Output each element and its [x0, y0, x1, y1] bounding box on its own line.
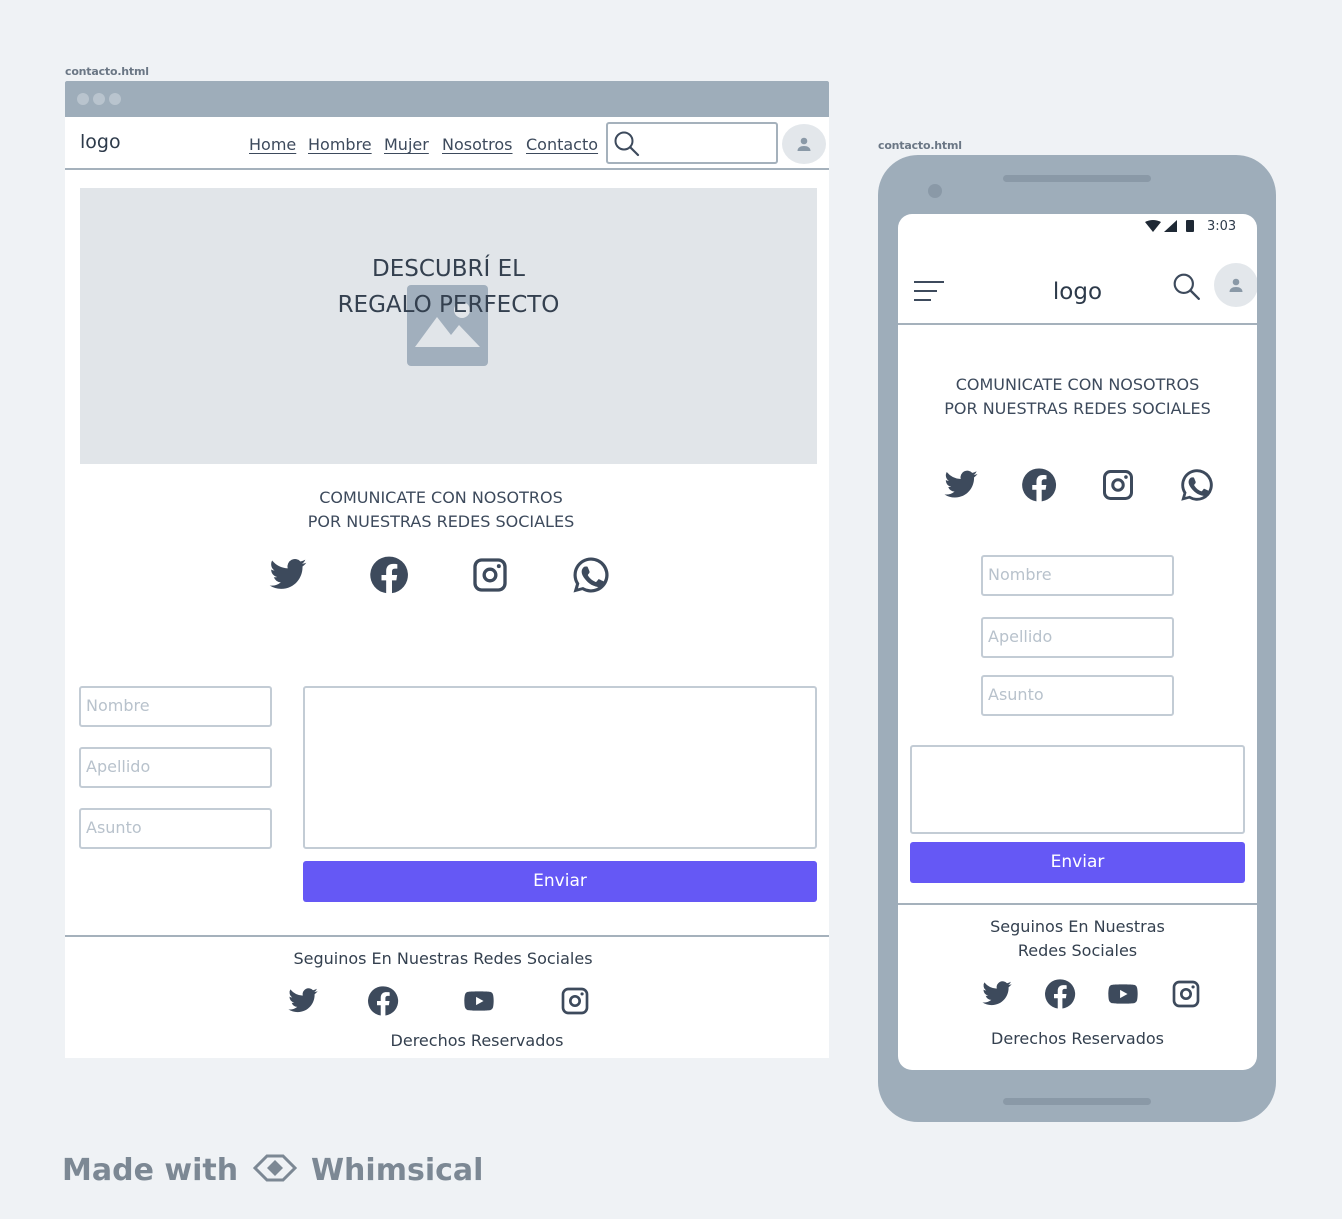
desktop-file-label: contacto.html [65, 65, 149, 78]
enviar-button[interactable]: Enviar [303, 861, 817, 902]
nav-link-mujer[interactable]: Mujer [384, 135, 429, 154]
mobile-file-label: contacto.html [878, 139, 962, 152]
phone-speaker [1003, 175, 1151, 182]
footer-heading-line-1: Seguinos En Nuestras [990, 917, 1165, 936]
youtube-icon[interactable] [461, 985, 497, 1017]
window-dot-close[interactable] [77, 93, 89, 105]
twitter-icon[interactable] [943, 467, 979, 503]
nav-link-nosotros[interactable]: Nosotros [442, 135, 513, 154]
window-dot-minimize[interactable] [93, 93, 105, 105]
social-heading-line-2: POR NUESTRAS REDES SOCIALES [944, 399, 1211, 418]
browser-titlebar [65, 81, 829, 117]
nombre-field[interactable]: Nombre [79, 686, 272, 727]
whimsical-brand-text: Whimsical [310, 1153, 484, 1188]
user-icon [797, 137, 811, 151]
search-icon[interactable] [613, 130, 641, 158]
instagram-icon[interactable] [1100, 467, 1136, 503]
user-avatar[interactable] [782, 124, 826, 164]
whimsical-logo-icon [252, 1154, 297, 1182]
facebook-icon[interactable] [369, 555, 409, 595]
footer-heading-line-2: Redes Sociales [1017, 941, 1138, 960]
desktop-navbar: logo Home Hombre Mujer Nosotros Contacto [65, 117, 829, 170]
footer-rights: Derechos Reservados [390, 1031, 564, 1050]
instagram-icon[interactable] [470, 555, 510, 595]
window-dot-maximize[interactable] [109, 93, 121, 105]
whatsapp-icon[interactable] [1179, 467, 1215, 503]
phone-home-bar [1003, 1098, 1151, 1105]
user-avatar[interactable] [1214, 263, 1257, 307]
hero-title-line-2: REGALO PERFECTO [337, 292, 560, 318]
made-with-text: Made with [62, 1153, 239, 1188]
status-icons [1145, 220, 1194, 232]
status-time: 3:03 [1207, 219, 1237, 234]
twitter-icon[interactable] [287, 985, 319, 1017]
hero-title-line-1: DESCUBRÍ EL [372, 256, 525, 282]
footer-heading: Seguinos En Nuestras Redes Sociales [898, 915, 1257, 963]
enviar-button[interactable]: Enviar [910, 842, 1245, 883]
social-heading-line-1: COMUNICATE CON NOSOTROS [955, 375, 1200, 394]
apellido-field[interactable]: Apellido [981, 617, 1174, 658]
phone-screen: 3:03 logo COMUNICATE CON NOSOTROS POR NU… [898, 214, 1257, 1070]
instagram-icon[interactable] [559, 985, 591, 1017]
nav-link-hombre[interactable]: Hombre [308, 135, 372, 154]
footer-divider [65, 935, 829, 937]
facebook-icon[interactable] [1021, 467, 1057, 503]
nav-link-home[interactable]: Home [249, 135, 296, 154]
social-heading: COMUNICATE CON NOSOTROS POR NUESTRAS RED… [65, 486, 817, 534]
message-textarea[interactable] [910, 745, 1245, 834]
facebook-icon[interactable] [1044, 978, 1076, 1010]
whatsapp-icon[interactable] [571, 555, 611, 595]
footer-rights: Derechos Reservados [991, 1029, 1164, 1048]
search-icon[interactable] [1172, 272, 1202, 302]
user-icon [1229, 278, 1243, 292]
desktop-window: logo Home Hombre Mujer Nosotros Contacto… [65, 81, 829, 1058]
made-with-whimsical: Made with Whimsical [62, 1152, 483, 1188]
footer-heading: Seguinos En Nuestras Redes Sociales [293, 949, 593, 968]
social-heading: COMUNICATE CON NOSOTROS POR NUESTRAS RED… [898, 373, 1257, 421]
phone-frame: 3:03 logo COMUNICATE CON NOSOTROS POR NU… [878, 155, 1276, 1122]
twitter-icon[interactable] [268, 555, 308, 595]
nombre-field[interactable]: Nombre [981, 555, 1174, 596]
phone-camera [928, 184, 942, 198]
footer-divider [898, 903, 1257, 905]
message-textarea[interactable] [303, 686, 817, 849]
asunto-field[interactable]: Asunto [981, 675, 1174, 716]
youtube-icon[interactable] [1105, 978, 1141, 1010]
hero-banner: DESCUBRÍ EL REGALO PERFECTO [80, 188, 817, 464]
mobile-navbar: logo [898, 244, 1257, 325]
instagram-icon[interactable] [1170, 978, 1202, 1010]
social-heading-line-1: COMUNICATE CON NOSOTROS [319, 488, 563, 507]
twitter-icon[interactable] [981, 978, 1013, 1010]
search-input[interactable] [606, 122, 778, 164]
apellido-field[interactable]: Apellido [79, 747, 272, 788]
nav-link-contacto[interactable]: Contacto [526, 135, 598, 154]
facebook-icon[interactable] [367, 985, 399, 1017]
logo[interactable]: logo [80, 131, 121, 153]
asunto-field[interactable]: Asunto [79, 808, 272, 849]
social-heading-line-2: POR NUESTRAS REDES SOCIALES [307, 512, 575, 531]
logo[interactable]: logo [898, 279, 1257, 305]
